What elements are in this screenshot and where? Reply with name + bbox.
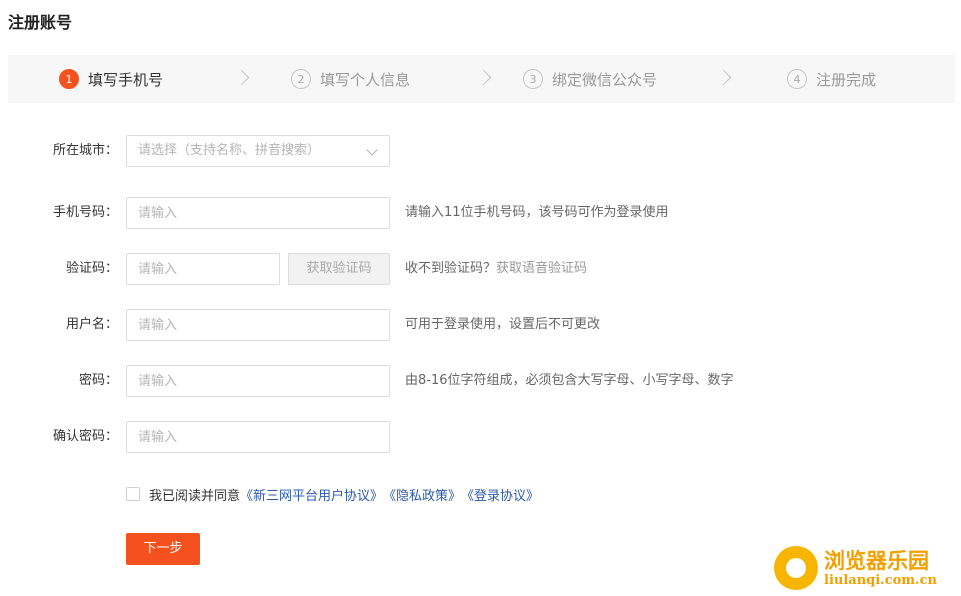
- code-hint: 收不到验证码？获取语音验证码: [405, 253, 587, 285]
- chevron-right-icon: [715, 69, 732, 86]
- watermark-text: 浏览器乐园 liulanqi.com.cn: [824, 550, 937, 587]
- page-title: 注册账号: [8, 13, 73, 32]
- step-2: 2 填写个人信息: [291, 55, 410, 103]
- password-hint: 由8-16位字符组成，必须包含大写字母、小写字母、数字: [405, 373, 734, 388]
- city-select[interactable]: 请选择（支持名称、拼音搜索）: [126, 135, 390, 167]
- chevron-right-icon: [475, 69, 492, 86]
- agreement-text: 我已阅读并同意: [149, 488, 241, 504]
- step-label: 绑定微信公众号: [552, 70, 658, 89]
- step-number: 4: [787, 69, 807, 89]
- city-label: 所在城市：: [52, 143, 118, 158]
- confirm-password-input[interactable]: [126, 421, 390, 453]
- confirm-password-label: 确认密码：: [52, 429, 118, 444]
- step-progress-bar: 1 填写手机号 2 填写个人信息 3 绑定微信公众号 4 注册完成: [8, 55, 955, 103]
- username-row: 用户名： 可用于登录使用，设置后不可更改: [0, 309, 961, 341]
- agreement-checkbox[interactable]: [126, 487, 140, 501]
- chevron-down-icon: [366, 144, 378, 156]
- watermark-cn: 浏览器乐园: [824, 547, 929, 573]
- watermark-logo-icon: [774, 546, 818, 590]
- phone-row: 手机号码： 请输入11位手机号码，该号码可作为登录使用: [0, 197, 961, 229]
- code-input[interactable]: [126, 253, 280, 285]
- username-hint: 可用于登录使用，设置后不可更改: [405, 317, 601, 332]
- step-number: 1: [59, 69, 79, 89]
- confirm-password-row: 确认密码：: [0, 421, 961, 453]
- get-code-button[interactable]: 获取验证码: [288, 253, 390, 285]
- step-label: 填写个人信息: [320, 70, 411, 89]
- step-number: 3: [523, 69, 543, 89]
- username-input[interactable]: [126, 309, 390, 341]
- login-agreement-link[interactable]: 《登录协议》: [461, 485, 539, 504]
- code-hint-text: 收不到验证码？: [405, 261, 497, 276]
- password-input[interactable]: [126, 365, 390, 397]
- city-placeholder: 请选择（支持名称、拼音搜索）: [138, 143, 321, 158]
- phone-label: 手机号码：: [52, 205, 118, 220]
- code-label: 验证码：: [65, 261, 118, 276]
- step-label: 填写手机号: [88, 70, 164, 89]
- step-label: 注册完成: [816, 70, 877, 89]
- phone-hint: 请输入11位手机号码，该号码可作为登录使用: [405, 205, 669, 220]
- password-label: 密码：: [78, 373, 118, 388]
- code-row: 验证码： 获取验证码 收不到验证码？获取语音验证码: [0, 253, 961, 285]
- step-4: 4 注册完成: [787, 55, 876, 103]
- password-row: 密码： 由8-16位字符组成，必须包含大写字母、小写字母、数字: [0, 365, 961, 397]
- next-step-button[interactable]: 下一步: [126, 533, 200, 565]
- voice-code-link[interactable]: 获取语音验证码: [496, 261, 587, 276]
- step-1: 1 填写手机号: [59, 55, 163, 103]
- city-row: 所在城市： 请选择（支持名称、拼音搜索）: [0, 135, 961, 167]
- user-agreement-link[interactable]: 《新三网平台用户协议》: [240, 485, 383, 504]
- watermark-en: liulanqi.com.cn: [824, 572, 937, 588]
- phone-input[interactable]: [126, 197, 390, 229]
- username-label: 用户名：: [65, 317, 118, 332]
- step-number: 2: [291, 69, 311, 89]
- step-3: 3 绑定微信公众号: [523, 55, 657, 103]
- chevron-right-icon: [233, 69, 250, 86]
- agreement-row: 我已阅读并同意 《新三网平台用户协议》 《隐私政策》 《登录协议》: [126, 485, 539, 504]
- privacy-policy-link[interactable]: 《隐私政策》: [383, 485, 461, 504]
- watermark: 浏览器乐园 liulanqi.com.cn: [774, 546, 937, 590]
